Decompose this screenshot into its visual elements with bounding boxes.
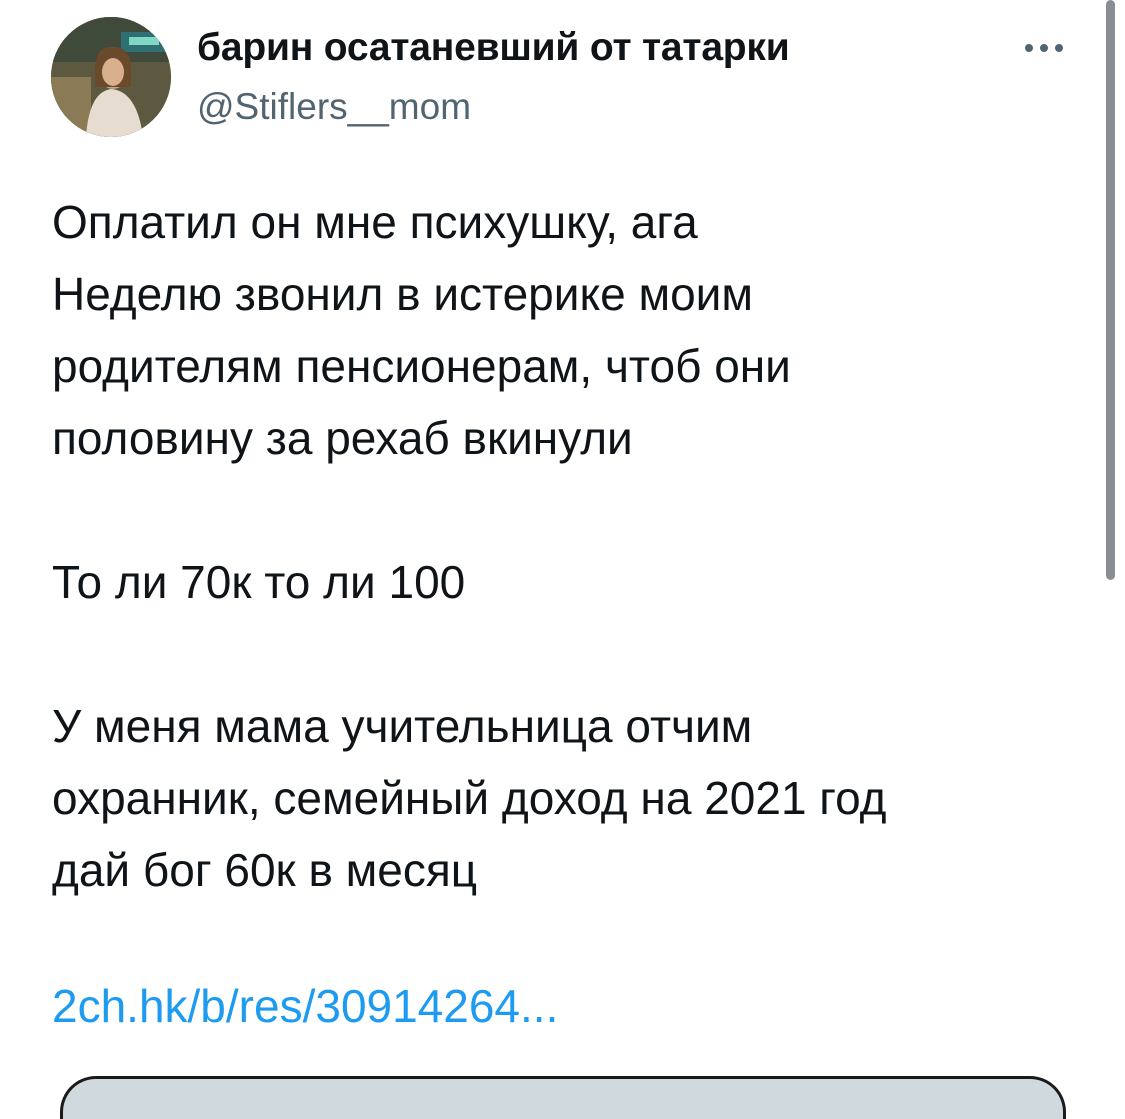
tweet-text: Оплатил он мне психушку, ага Неделю звон… <box>52 186 1052 906</box>
tweet-paragraph: Оплатил он мне психушку, ага Неделю звон… <box>52 186 1052 474</box>
more-horizontal-icon <box>1025 44 1063 52</box>
media-card[interactable] <box>60 1076 1066 1119</box>
scrollbar[interactable] <box>1106 0 1115 580</box>
tweet-line: родителям пенсионерам, чтоб они <box>52 340 791 392</box>
tweet-line: охранник, семейный доход на 2021 год <box>52 772 887 824</box>
tweet-line: половину за рехаб вкинули <box>52 412 633 464</box>
tweet: барин осатаневший от татарки @Stiflers__… <box>0 0 1110 1119</box>
more-button[interactable] <box>1012 28 1076 68</box>
tweet-line: То ли 70к то ли 100 <box>52 556 466 608</box>
tweet-line: У меня мама учительница отчим <box>52 700 753 752</box>
tweet-link[interactable]: 2ch.hk/b/res/30914264... <box>52 970 558 1042</box>
tweet-line: дай бог 60к в месяц <box>52 844 478 896</box>
tweet-paragraph: То ли 70к то ли 100 <box>52 546 1052 618</box>
tweet-line: Оплатил он мне психушку, ага <box>52 196 698 248</box>
avatar[interactable] <box>51 17 171 137</box>
tweet-line: Неделю звонил в истерике моим <box>52 268 753 320</box>
tweet-paragraph: У меня мама учительница отчим охранник, … <box>52 690 1052 906</box>
avatar-photo-icon <box>51 17 171 137</box>
author-name[interactable]: барин осатаневший от татарки <box>197 26 790 70</box>
author-handle[interactable]: @Stiflers__mom <box>197 86 471 128</box>
